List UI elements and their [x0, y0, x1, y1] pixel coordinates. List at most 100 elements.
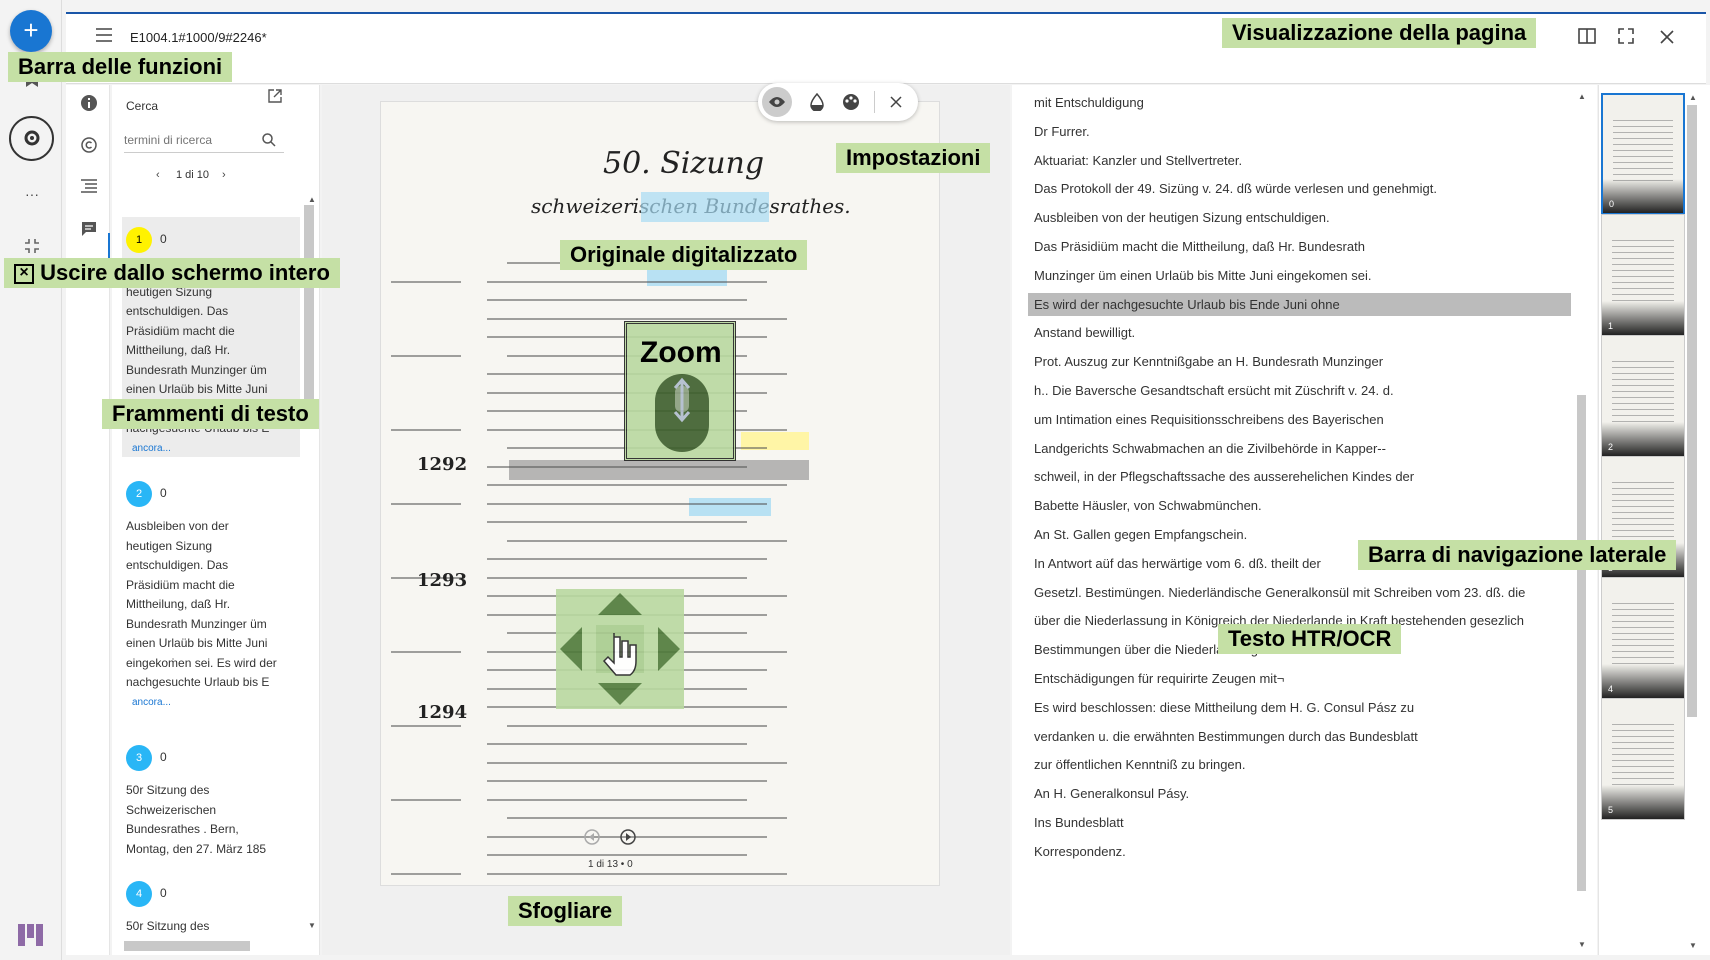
info-icon[interactable] [78, 95, 100, 117]
left-rail: + ··· [0, 0, 62, 960]
transcription-line[interactable]: Landgerichts Schwabmachen an die Zivilbe… [1034, 441, 1386, 456]
contrast-icon[interactable] [810, 92, 824, 116]
thumbnail-scrollbar[interactable] [1687, 105, 1697, 717]
thumbnail-number: 1 [1608, 321, 1614, 331]
result-card[interactable]: 3 0 50r Sitzung des Schweizerischen Bundesra… [122, 735, 300, 856]
transcription-line[interactable]: Das Protokoll der 49. Sizüng v. 24. dß w… [1034, 181, 1437, 196]
transcription-line[interactable]: Korrespondenz. [1034, 844, 1126, 859]
transcription-line[interactable]: Es wird beschlossen: diese Mittheilung d… [1034, 700, 1414, 715]
transcription-line[interactable]: In Antwort aüf das herwärtige vom 6. dß.… [1034, 556, 1321, 571]
copyright-icon[interactable] [78, 137, 100, 159]
transcription-line[interactable]: schweil, in der Pflegschaftssache des au… [1034, 469, 1414, 484]
split-view-icon[interactable] [1578, 28, 1596, 49]
transcription-line[interactable]: Anstand bewilligt. [1034, 325, 1135, 340]
transcription-line[interactable]: Gesetzl. Bestimüngen. Niederländische Ge… [1034, 585, 1525, 600]
transcription-line[interactable]: Ausbleiben von der heutigen Sizung entsc… [1034, 210, 1330, 225]
transcription-line[interactable]: um Intimation eines Requisitionsschreibe… [1034, 412, 1384, 427]
handwritten-line [487, 761, 787, 764]
menu-icon[interactable] [96, 26, 112, 47]
more-icon[interactable]: ··· [18, 180, 46, 208]
thumbnail-sidebar: 012345 ▲ ▼ [1598, 85, 1710, 955]
transcription-panel: mit Entschuldigung Dr Furrer. Aktuariat: K… [1012, 85, 1597, 955]
transcription-line[interactable]: zur öffentlichen Kenntniß zu bringen. [1034, 757, 1246, 772]
thumbnail-fade [1602, 301, 1684, 335]
result-card[interactable]: 2 0 Ausbleiben von der heutigen Sizung entsc… [122, 471, 300, 725]
scroll-down-icon[interactable]: ▼ [308, 921, 316, 930]
page-thumbnail[interactable]: 2 [1601, 335, 1685, 457]
settings-gear-button[interactable] [9, 116, 54, 161]
result-prev-icon[interactable]: ‹ [156, 169, 160, 181]
search-icon[interactable] [262, 133, 276, 152]
transcription-line[interactable]: mit Entschuldigung [1034, 95, 1144, 110]
annotation-page-view: Visualizzazione della pagina [1222, 18, 1537, 48]
page-thumbnail[interactable]: 5 [1601, 698, 1685, 820]
transcription-line[interactable]: Ins Bundesblatt [1034, 815, 1124, 830]
handwritten-line [487, 780, 767, 782]
transcription-line[interactable]: verdanken u. die erwähnten Bestimmungen … [1034, 729, 1418, 744]
page-thumbnail[interactable]: 4 [1601, 577, 1685, 699]
result-more-link[interactable]: ancora... [132, 693, 296, 713]
result-text-line: Mittheilung, daß Hr. [126, 597, 231, 611]
page-thumbnail[interactable]: 1 [1601, 214, 1685, 336]
results-scrollbar[interactable] [304, 205, 314, 423]
handwritten-line [487, 299, 747, 301]
scroll-up-icon[interactable]: ▲ [1578, 92, 1586, 101]
scroll-down-icon[interactable]: ▼ [1689, 941, 1697, 950]
results-hscrollbar[interactable] [124, 941, 250, 951]
transcription-line[interactable]: An H. Generalkonsul Pásy. [1034, 786, 1189, 801]
transcription-scrollbar[interactable] [1577, 395, 1586, 891]
close-icon[interactable] [1660, 28, 1674, 49]
scroll-up-icon[interactable]: ▲ [308, 195, 316, 204]
result-next-icon[interactable]: › [222, 169, 226, 181]
handwritten-line [487, 521, 747, 523]
result-text-line: Montag, den 27. März 185 [126, 841, 267, 856]
thumbnail-image [1612, 477, 1674, 547]
visibility-icon[interactable] [762, 87, 792, 117]
palette-icon[interactable] [842, 93, 860, 116]
transcription-line[interactable]: An St. Gallen gegen Empfangschein. [1034, 527, 1247, 542]
transcription-line[interactable]: Munzinger üm einen Urlaüb bis Mitte Juni… [1034, 268, 1371, 283]
result-count: 0 [160, 232, 167, 246]
search-field[interactable] [124, 129, 284, 153]
thumbnail-image [1612, 719, 1674, 789]
result-number-badge: 2 [126, 481, 152, 507]
add-button[interactable]: + [10, 10, 52, 52]
handwritten-margin-note [391, 872, 461, 875]
result-text-line: Bundesrathes . Bern, [126, 822, 239, 836]
scroll-down-icon[interactable]: ▼ [1578, 940, 1586, 949]
open-external-icon[interactable] [268, 89, 282, 108]
scroll-up-icon[interactable]: ▲ [1689, 93, 1697, 102]
comment-icon[interactable] [78, 221, 100, 243]
result-more-link[interactable]: ancora... [132, 439, 296, 458]
transcription-line[interactable]: h.. Die Baversche Gesandtschaft ersücht … [1034, 383, 1394, 398]
page-thumbnail[interactable]: 0 [1601, 93, 1685, 215]
result-text-line: Mittheilung, daß Hr. [126, 343, 231, 357]
transcription-line[interactable]: Das Präsidiüm macht die Mittheilung, daß… [1034, 239, 1365, 254]
result-card[interactable]: 4 0 50r Sitzung des [122, 871, 300, 941]
prev-page-icon[interactable] [584, 829, 600, 850]
result-text-line: Bundesrath Munzinger üm [126, 362, 267, 377]
transcription-line[interactable]: Prot. Auszug zur Kenntnißgabe an H. Bund… [1034, 354, 1383, 369]
transcription-line-selected[interactable]: Es wird der nachgesuchte Urlaub bis Ende… [1028, 292, 1571, 316]
search-input[interactable] [124, 129, 264, 147]
result-text-line: 50r Sitzung des [126, 919, 210, 933]
fullscreen-icon[interactable] [1618, 28, 1634, 49]
result-count: 0 [160, 750, 167, 764]
next-page-icon[interactable] [620, 829, 636, 850]
thumbnail-number: 5 [1608, 805, 1614, 815]
annotation-exit-fullscreen: × Uscire dallo schermo intero [4, 258, 340, 288]
handwritten-margin-note [391, 428, 461, 431]
scan-entry-number: 1294 [417, 702, 468, 723]
transcription-line[interactable]: Aktuariat: Kanzler und Stellvertreter. [1034, 153, 1242, 168]
close-toolbar-icon[interactable] [890, 95, 902, 113]
transcription-line[interactable]: Babette Häusler, von Schwabmünchen. [1034, 498, 1262, 513]
scanned-page-image[interactable]: 50. Sizung schweizerischen Bundesrathes.… [380, 101, 940, 886]
mouse-icon [653, 372, 711, 459]
transcription-line[interactable]: Entschädigungen für requirirte Zeugen mi… [1034, 671, 1284, 686]
toc-icon[interactable] [78, 179, 100, 201]
result-header: 30 [126, 745, 296, 771]
document-viewer: 50. Sizung schweizerischen Bundesrathes.… [322, 83, 1010, 955]
thumbnail-image [1612, 356, 1674, 426]
transcription-line[interactable]: Dr Furrer. [1034, 124, 1090, 139]
result-header: 10 [126, 227, 296, 253]
